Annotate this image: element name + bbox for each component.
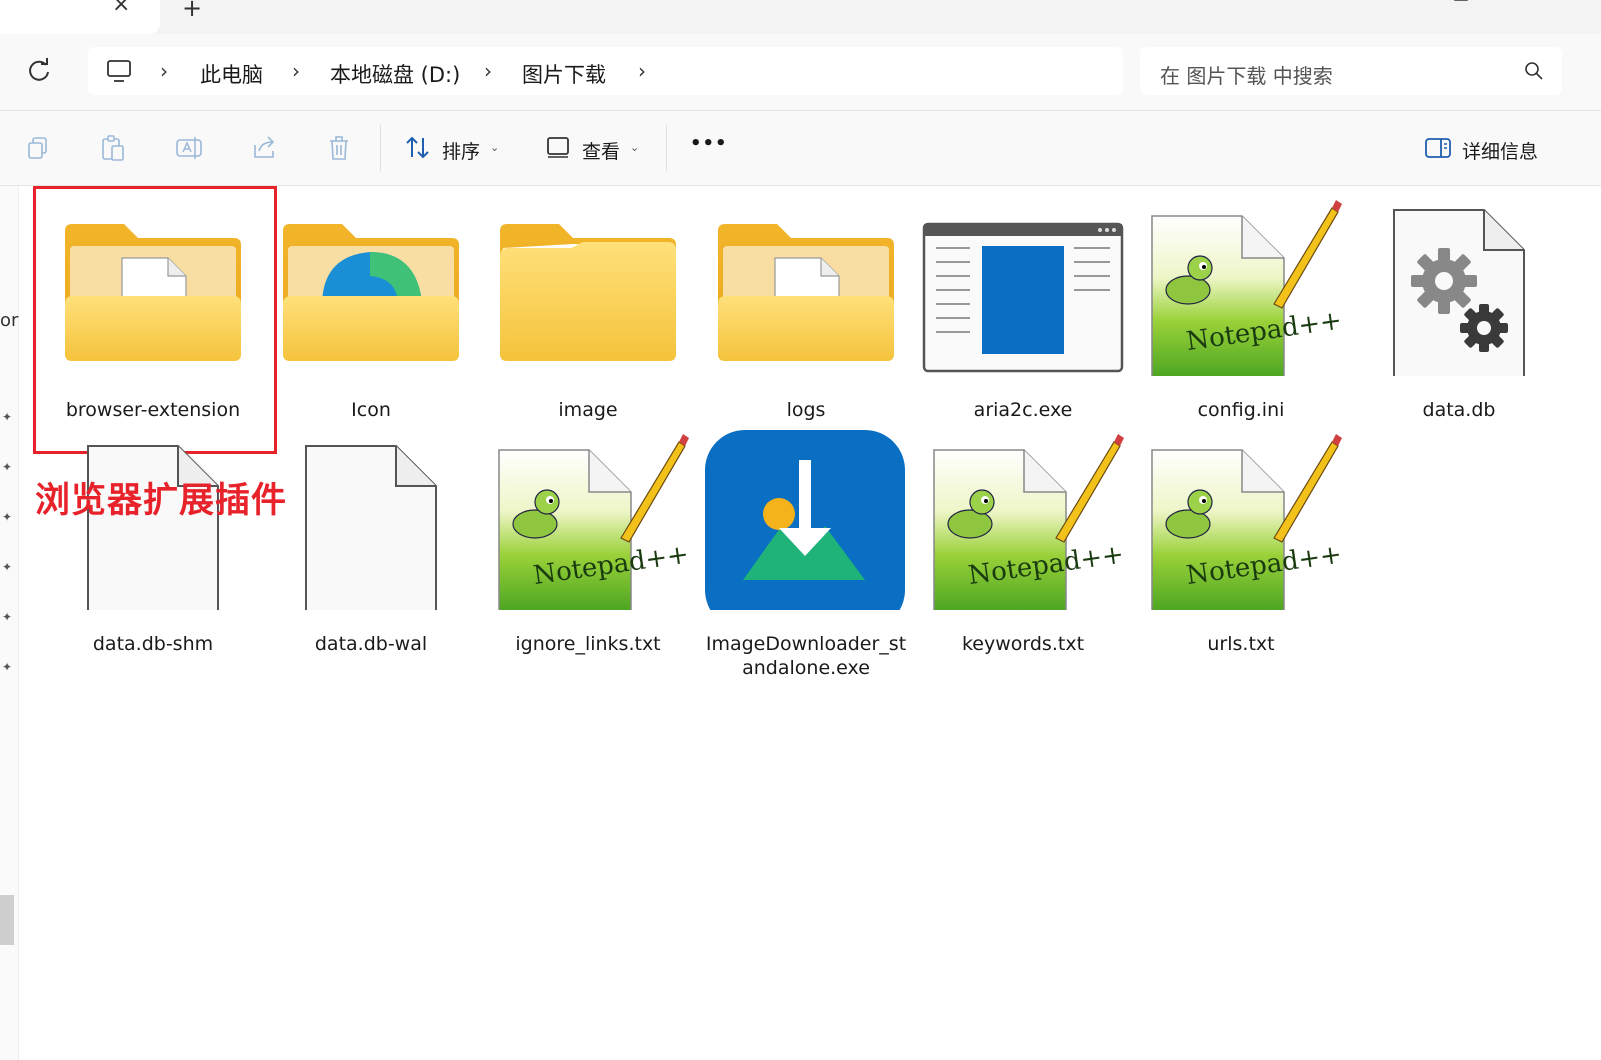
tab-strip: × +: [0, 0, 1601, 34]
chevron-right-icon[interactable]: ›: [160, 59, 168, 83]
selection-highlight-box: [33, 186, 277, 454]
refresh-icon[interactable]: [24, 56, 54, 86]
item-name[interactable]: keywords.txt: [918, 632, 1128, 656]
view-icon[interactable]: [546, 135, 570, 159]
chevron-down-icon[interactable]: ⌄: [630, 141, 639, 154]
pin-icon: ✦: [2, 410, 13, 424]
folder-edge-icon: [283, 224, 459, 361]
item-name[interactable]: ignore_links.txt: [483, 632, 693, 656]
details-button[interactable]: 详细信息: [1462, 137, 1538, 164]
item-name[interactable]: urls.txt: [1136, 632, 1346, 656]
nav-pane-label[interactable]: or: [0, 310, 18, 331]
folder-file-icon: [718, 224, 894, 361]
notepadpp-file-icon: Notepad++: [498, 434, 691, 610]
notepadpp-file-icon: Notepad++: [1151, 200, 1344, 376]
folder-icon: [500, 224, 676, 361]
more-options-button[interactable]: •••: [690, 133, 728, 154]
pin-icon: ✦: [2, 460, 13, 474]
chevron-right-icon[interactable]: ›: [638, 59, 646, 83]
pin-icon: ✦: [2, 610, 13, 624]
toolbar-divider: [380, 125, 381, 171]
new-tab-icon[interactable]: +: [182, 0, 202, 22]
search-placeholder: 在 图片下载 中搜索: [1160, 64, 1333, 88]
breadcrumb-item-image-download[interactable]: 图片下载: [522, 59, 606, 89]
sort-button[interactable]: 排序: [442, 137, 480, 164]
copy-icon[interactable]: [26, 135, 50, 161]
delete-icon[interactable]: [327, 135, 351, 161]
image-downloader-icon: [705, 430, 905, 610]
search-input[interactable]: 在 图片下载 中搜索: [1140, 47, 1562, 95]
item-name[interactable]: config.ini: [1136, 398, 1346, 422]
close-tab-icon[interactable]: ×: [112, 0, 130, 17]
blank-file-icon: [305, 445, 437, 610]
notepadpp-file-icon: Notepad++: [1151, 434, 1344, 610]
chevron-right-icon[interactable]: ›: [484, 59, 492, 83]
item-name[interactable]: data.db: [1354, 398, 1564, 422]
exe-app-icon: [922, 222, 1124, 373]
paste-icon[interactable]: [100, 135, 126, 163]
breadcrumb[interactable]: › 此电脑 › 本地磁盘 (D:) › 图片下载 ›: [88, 47, 1123, 95]
chevron-right-icon[interactable]: ›: [292, 59, 300, 83]
settings-file-icon: [1393, 209, 1525, 376]
share-icon[interactable]: [251, 135, 279, 161]
active-tab[interactable]: [0, 0, 160, 34]
item-name[interactable]: data.db-shm: [48, 632, 258, 656]
chevron-down-icon[interactable]: ⌄: [490, 141, 499, 154]
command-bar: 排序 ⌄ 查看 ⌄ ••• 详细信息: [0, 111, 1601, 186]
toolbar-divider: [666, 125, 667, 171]
item-name[interactable]: data.db-wal: [266, 632, 476, 656]
sort-icon[interactable]: [404, 135, 432, 161]
search-icon[interactable]: [1524, 61, 1544, 81]
view-button[interactable]: 查看: [582, 137, 620, 164]
rename-icon[interactable]: [175, 135, 203, 161]
notepadpp-file-icon: Notepad++: [933, 434, 1126, 610]
item-name[interactable]: logs: [701, 398, 911, 422]
item-name[interactable]: ImageDownloader_st andalone.exe: [701, 632, 911, 680]
address-row: › 此电脑 › 本地磁盘 (D:) › 图片下载 › 在 图片下载 中搜索: [0, 34, 1601, 111]
pin-icon: ✦: [2, 510, 13, 524]
details-pane-icon[interactable]: [1424, 137, 1452, 159]
pin-icon: ✦: [2, 560, 13, 574]
close-window-icon[interactable]: [1526, 0, 1546, 4]
this-pc-icon[interactable]: [106, 59, 132, 83]
item-name[interactable]: image: [483, 398, 693, 422]
item-name[interactable]: aria2c.exe: [918, 398, 1128, 422]
breadcrumb-item-this-pc[interactable]: 此电脑: [200, 59, 263, 89]
item-name[interactable]: Icon: [266, 398, 476, 422]
breadcrumb-item-local-disk[interactable]: 本地磁盘 (D:): [330, 59, 460, 89]
nav-scrollbar-thumb[interactable]: [0, 895, 14, 945]
annotation-label: 浏览器扩展插件: [35, 481, 288, 521]
pin-icon: ✦: [2, 660, 13, 674]
restore-icon[interactable]: [1452, 0, 1472, 4]
